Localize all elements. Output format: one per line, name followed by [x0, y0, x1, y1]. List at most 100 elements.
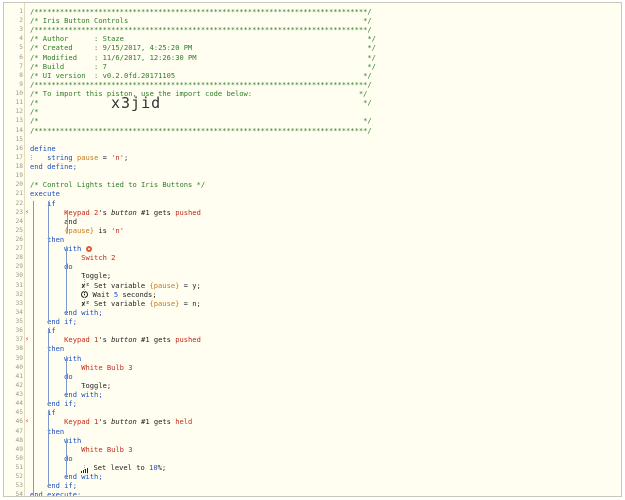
line-number: 37	[15, 336, 23, 344]
code-token: #1 gets	[136, 335, 176, 345]
block-guide	[84, 364, 85, 370]
code-token: 's	[98, 207, 112, 217]
line-number: 26	[15, 236, 23, 243]
code-line: Switch 2	[30, 253, 115, 262]
line-number: 9	[19, 80, 23, 88]
trigger-bolt-icon: ⚡	[25, 417, 29, 426]
code-token: /* Iris Button Controls */	[30, 16, 372, 26]
code-token: =	[98, 152, 112, 162]
line-number: 30	[15, 272, 23, 280]
block-guide	[48, 328, 49, 407]
line-number: 3	[19, 26, 23, 34]
code-token: end if;	[30, 481, 77, 491]
code-token: Toggle;	[30, 271, 112, 281]
code-token: Keypad 1	[30, 335, 99, 345]
line-number: 8	[19, 71, 23, 79]
line-number: 2	[19, 17, 23, 25]
variable-icon: x²	[81, 299, 90, 308]
code-token: /***************************************…	[30, 7, 372, 16]
code-token: /* Modified : 11/6/2017, 12:26:30 PM */	[30, 52, 376, 62]
block-guide	[66, 437, 67, 480]
line-number: 25	[15, 226, 23, 234]
code-token: pushed	[175, 335, 201, 345]
code-token: /***************************************…	[30, 25, 372, 35]
code-token: with	[30, 435, 82, 445]
line-number: 32	[15, 290, 23, 298]
code-token: /* To import this piston, use the import…	[30, 89, 368, 99]
code-line: White Bulb 3	[30, 363, 132, 372]
code-line: end execute;	[30, 490, 81, 496]
code-line: /* Control Lights tied to Iris Buttons *…	[30, 180, 205, 189]
code-token: {pause}	[149, 298, 180, 308]
code-token: Set variable	[89, 298, 150, 308]
code-token: Keypad 2	[30, 207, 99, 217]
code-token: Toggle;	[30, 380, 112, 390]
code-token: execute	[30, 189, 60, 199]
code-token: {pause}	[149, 280, 180, 290]
line-number: 54	[15, 491, 23, 497]
code-token: and	[30, 216, 77, 226]
block-guide	[84, 382, 85, 388]
code-line: /* Author : Staze */	[30, 34, 376, 43]
line-number: 14	[15, 126, 23, 134]
code-line: Toggle;	[30, 381, 111, 390]
trigger-bolt-icon: ⚡	[25, 207, 29, 216]
code-token: %;	[157, 463, 167, 472]
code-token: /* Created : 9/15/2017, 4:25:20 PM */	[30, 43, 376, 53]
line-number: 22	[15, 199, 23, 207]
line-number: 12	[15, 108, 23, 116]
code-line: Toggle;	[30, 271, 111, 280]
code-token: with	[30, 353, 82, 363]
code-token: Keypad 1	[30, 417, 99, 427]
block-guide	[48, 200, 49, 325]
code-token: button	[111, 207, 137, 217]
code-token: string	[30, 152, 77, 162]
code-line: Keypad 1's button #1 gets pushed	[30, 335, 201, 344]
code-token: /* Control Lights tied to Iris Buttons *…	[30, 180, 206, 190]
line-number: 53	[15, 482, 23, 490]
code-line: /***************************************…	[30, 80, 372, 89]
code-token: Wait	[88, 289, 114, 299]
line-number: 43	[15, 391, 23, 399]
block-guide	[67, 209, 68, 233]
code-line: Keypad 2's button #1 gets pushed	[30, 208, 201, 217]
block-guide	[66, 246, 67, 315]
code-line: end if;	[30, 481, 77, 490]
code-line: and	[30, 217, 77, 226]
code-token: /* Build : 7 */	[30, 61, 376, 71]
line-number: 17	[15, 153, 23, 161]
block-guide	[84, 273, 85, 306]
code-line: /***************************************…	[30, 25, 372, 34]
line-number: 5	[19, 44, 23, 52]
code-line: /***************************************…	[30, 126, 372, 135]
line-number-gutter: 1 2 3 4 5 6 7 8 9 10 11 12 13 14 15 16 17 18 19 20 21 22 23 24 2…	[4, 3, 25, 496]
code-token: pushed	[175, 207, 201, 217]
code-line: /* To import this piston, use the import…	[30, 89, 367, 98]
code-token: {pause}	[30, 225, 95, 235]
line-number: 28	[15, 254, 23, 262]
block-guide	[31, 154, 32, 160]
line-number: 13	[15, 117, 23, 125]
line-number: 36	[15, 327, 23, 335]
code-token: #1 gets	[136, 207, 176, 217]
line-number: 27	[15, 245, 23, 253]
code-line: define	[30, 144, 56, 153]
code-line: /* Created : 9/15/2017, 4:25:20 PM */	[30, 43, 376, 52]
line-number: 7	[19, 62, 23, 70]
code-token: /* */	[30, 116, 372, 126]
code-token: Set level to	[89, 463, 150, 472]
code-token: = y;	[179, 280, 201, 290]
code-token: 'n'	[111, 225, 124, 235]
line-number: 38	[15, 345, 23, 353]
line-number: 11	[15, 99, 23, 107]
code-token: end if;	[30, 399, 77, 409]
line-number: 18	[15, 163, 23, 171]
code-line: /* Modified : 11/6/2017, 12:26:30 PM */	[30, 53, 376, 62]
line-number: 45	[15, 409, 23, 417]
code-line: end define;	[30, 162, 77, 171]
code-token: pause	[76, 152, 99, 162]
code-token: 'n'	[111, 152, 124, 162]
block-guide	[84, 255, 85, 261]
